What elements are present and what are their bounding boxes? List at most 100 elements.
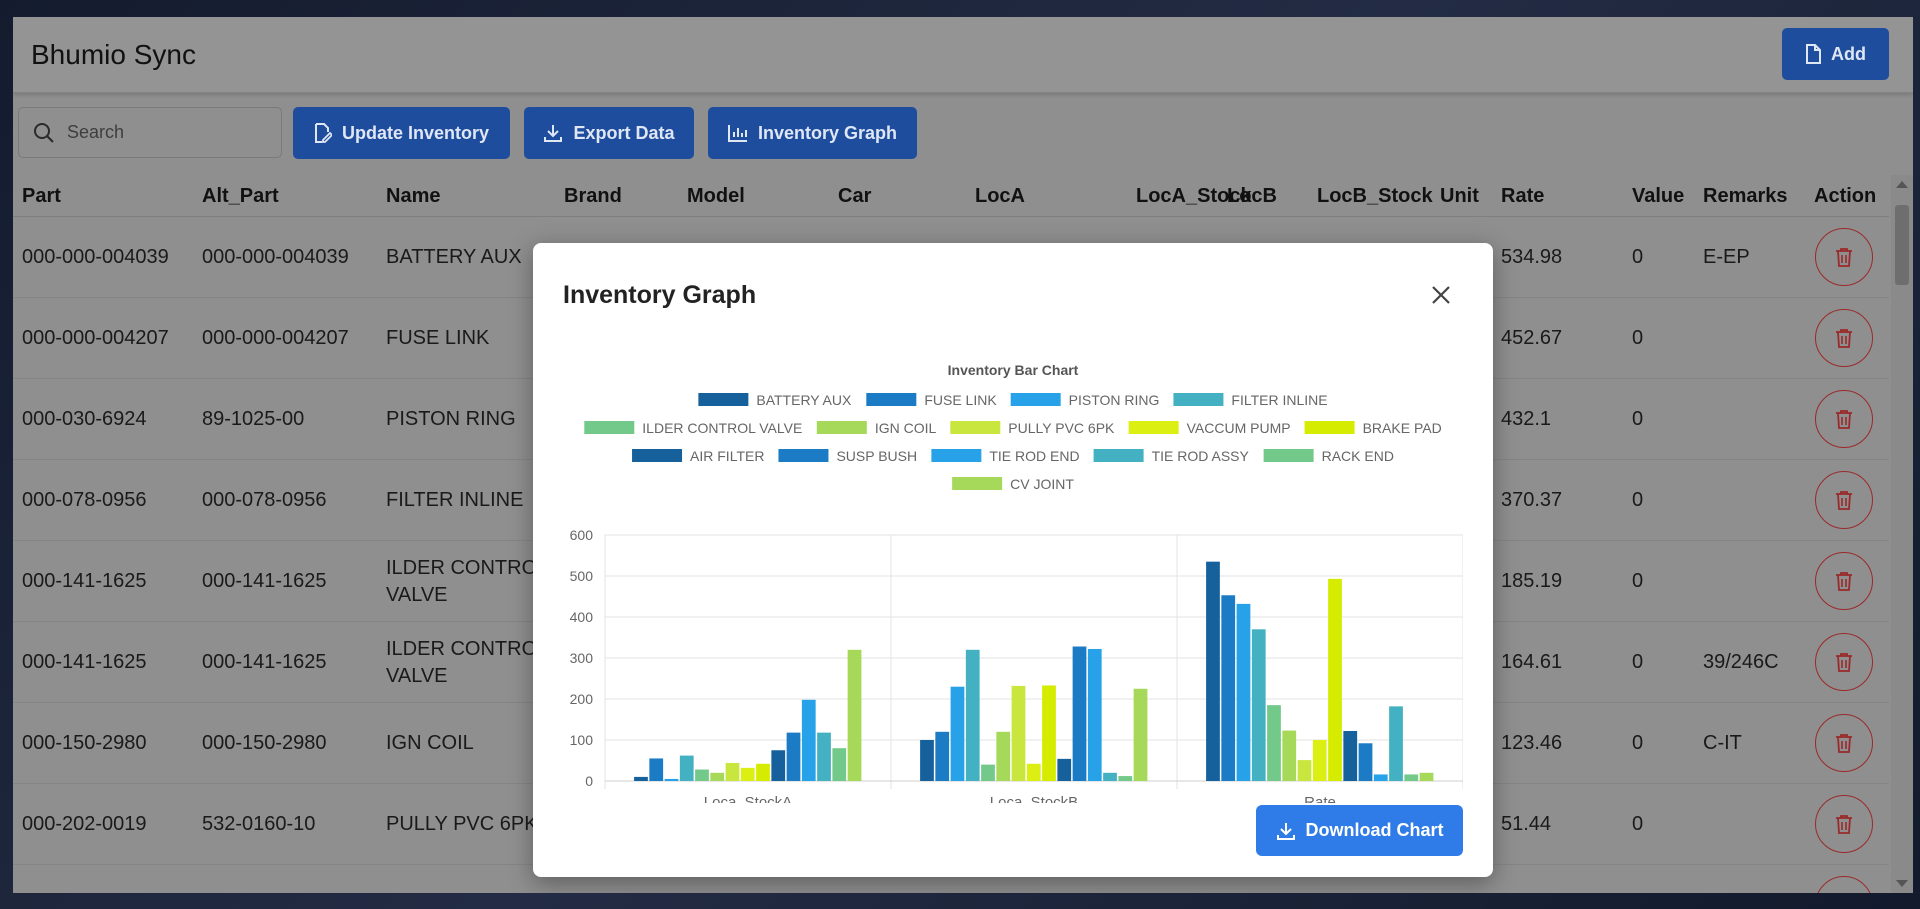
legend-swatch <box>1010 393 1061 406</box>
bar <box>1236 603 1251 781</box>
bar <box>920 740 934 781</box>
legend-swatch <box>1173 393 1224 406</box>
legend-swatch <box>931 449 982 462</box>
delete-button[interactable] <box>1815 552 1873 610</box>
bar <box>1133 688 1148 781</box>
bar <box>771 750 786 781</box>
file-icon <box>1806 44 1821 64</box>
bar <box>664 778 679 781</box>
col-model[interactable]: Model <box>687 185 745 208</box>
x-tick-label: Loca_StockB <box>990 794 1078 803</box>
col-brand[interactable]: Brand <box>564 185 622 208</box>
table-header: Part Alt_Part Name Brand Model Car LocA … <box>13 175 1889 217</box>
vertical-scrollbar[interactable] <box>1891 175 1913 893</box>
delete-button[interactable] <box>1815 714 1873 772</box>
download-chart-label: Download Chart <box>1305 820 1444 840</box>
download-chart-button[interactable]: Download Chart <box>1256 805 1463 856</box>
delete-button[interactable] <box>1815 390 1873 448</box>
cell-alt-part: 000-141-1625 <box>202 651 327 673</box>
bar <box>1297 760 1312 781</box>
legend-swatch <box>1263 449 1314 462</box>
update-inventory-button[interactable]: Update Inventory <box>293 107 510 159</box>
cell-value: 0 <box>1632 408 1644 430</box>
bar <box>1206 561 1220 781</box>
download-icon <box>1276 822 1295 840</box>
cell-rate: 164.61 <box>1501 651 1563 673</box>
delete-button[interactable] <box>1815 471 1873 529</box>
bar <box>847 649 862 781</box>
bar <box>786 732 801 781</box>
col-car[interactable]: Car <box>838 185 871 208</box>
toolbar: Update Inventory Export Data Inventory G… <box>13 107 1913 163</box>
cell-name-line2: VALVE <box>386 584 448 606</box>
delete-button[interactable] <box>1815 876 1873 893</box>
col-part[interactable]: Part <box>22 185 61 208</box>
cell-part: 000-000-004207 <box>22 327 169 349</box>
inventory-bar-chart: Inventory Bar Chart BATTERY AUX FUSE LINK P… <box>570 362 1464 811</box>
trash-icon <box>1836 410 1852 429</box>
cell-part: 000-150-2980 <box>22 732 147 754</box>
inventory-graph-button[interactable]: Inventory Graph <box>708 107 917 159</box>
delete-button[interactable] <box>1815 228 1873 286</box>
col-alt-part[interactable]: Alt_Part <box>202 185 279 208</box>
col-loca[interactable]: LocA <box>975 185 1025 208</box>
bar <box>725 762 740 781</box>
delete-button[interactable] <box>1815 633 1873 691</box>
bar <box>1328 578 1342 781</box>
legend-label: CV JOINT <box>1010 476 1074 492</box>
bar <box>740 767 755 781</box>
trash-icon <box>1836 491 1852 510</box>
bar <box>1389 706 1403 781</box>
export-data-button[interactable]: Export Data <box>524 107 694 159</box>
col-remarks[interactable]: Remarks <box>1703 185 1788 208</box>
delete-button[interactable] <box>1815 309 1873 367</box>
bar <box>1358 743 1373 781</box>
col-name[interactable]: Name <box>386 185 440 208</box>
app-header: Bhumio Sync Add <box>13 17 1913 93</box>
cell-alt-part: 000-000-004039 <box>202 246 349 268</box>
y-tick-label: 0 <box>585 773 593 789</box>
file-edit-icon <box>314 123 332 143</box>
bar <box>1118 776 1133 781</box>
legend-label: AIR FILTER <box>690 448 764 464</box>
col-value[interactable]: Value <box>1632 185 1684 208</box>
legend-swatch <box>816 421 867 434</box>
close-icon <box>1432 286 1450 304</box>
scroll-down-arrow-icon[interactable] <box>1896 880 1908 887</box>
cell-value: 0 <box>1632 489 1644 511</box>
cell-remarks: 39/246C <box>1703 651 1779 673</box>
chart-container: Inventory Bar Chart BATTERY AUX FUSE LINK P… <box>563 343 1464 811</box>
cell-part: 000-030-6924 <box>22 408 147 430</box>
bar <box>1026 763 1041 781</box>
col-locb-stock[interactable]: LocB_Stock <box>1317 185 1433 208</box>
cell-name: FILTER INLINE <box>386 489 524 511</box>
add-button-label: Add <box>1831 43 1866 64</box>
search-input[interactable] <box>67 122 257 143</box>
inventory-graph-modal: Inventory Graph Inventory Bar Chart BATTE… <box>533 243 1493 877</box>
x-tick-label: Rate <box>1304 794 1336 803</box>
bar <box>1103 772 1117 781</box>
cell-remarks: E-EP <box>1703 246 1750 268</box>
legend-label: BATTERY AUX <box>756 392 852 408</box>
legend-swatch <box>778 449 829 462</box>
bar <box>935 731 950 781</box>
delete-button[interactable] <box>1815 795 1873 853</box>
col-unit[interactable]: Unit <box>1440 185 1479 208</box>
add-button[interactable]: Add <box>1782 28 1889 80</box>
scrollbar-thumb[interactable] <box>1895 205 1909 285</box>
bar <box>817 732 831 781</box>
bar <box>965 649 980 781</box>
y-tick-label: 600 <box>570 527 594 543</box>
close-button[interactable] <box>1426 280 1456 310</box>
bar <box>710 772 725 781</box>
cell-rate: 51.44 <box>1501 813 1552 835</box>
cell-rate: 185.19 <box>1501 570 1563 592</box>
trash-icon <box>1836 248 1852 267</box>
col-rate[interactable]: Rate <box>1501 185 1544 208</box>
legend-label: FUSE LINK <box>924 392 997 408</box>
trash-icon <box>1836 734 1852 753</box>
scroll-up-arrow-icon[interactable] <box>1896 181 1908 188</box>
trash-icon <box>1836 329 1852 348</box>
col-action[interactable]: Action <box>1814 185 1876 208</box>
col-locb[interactable]: LocB <box>1227 185 1277 208</box>
